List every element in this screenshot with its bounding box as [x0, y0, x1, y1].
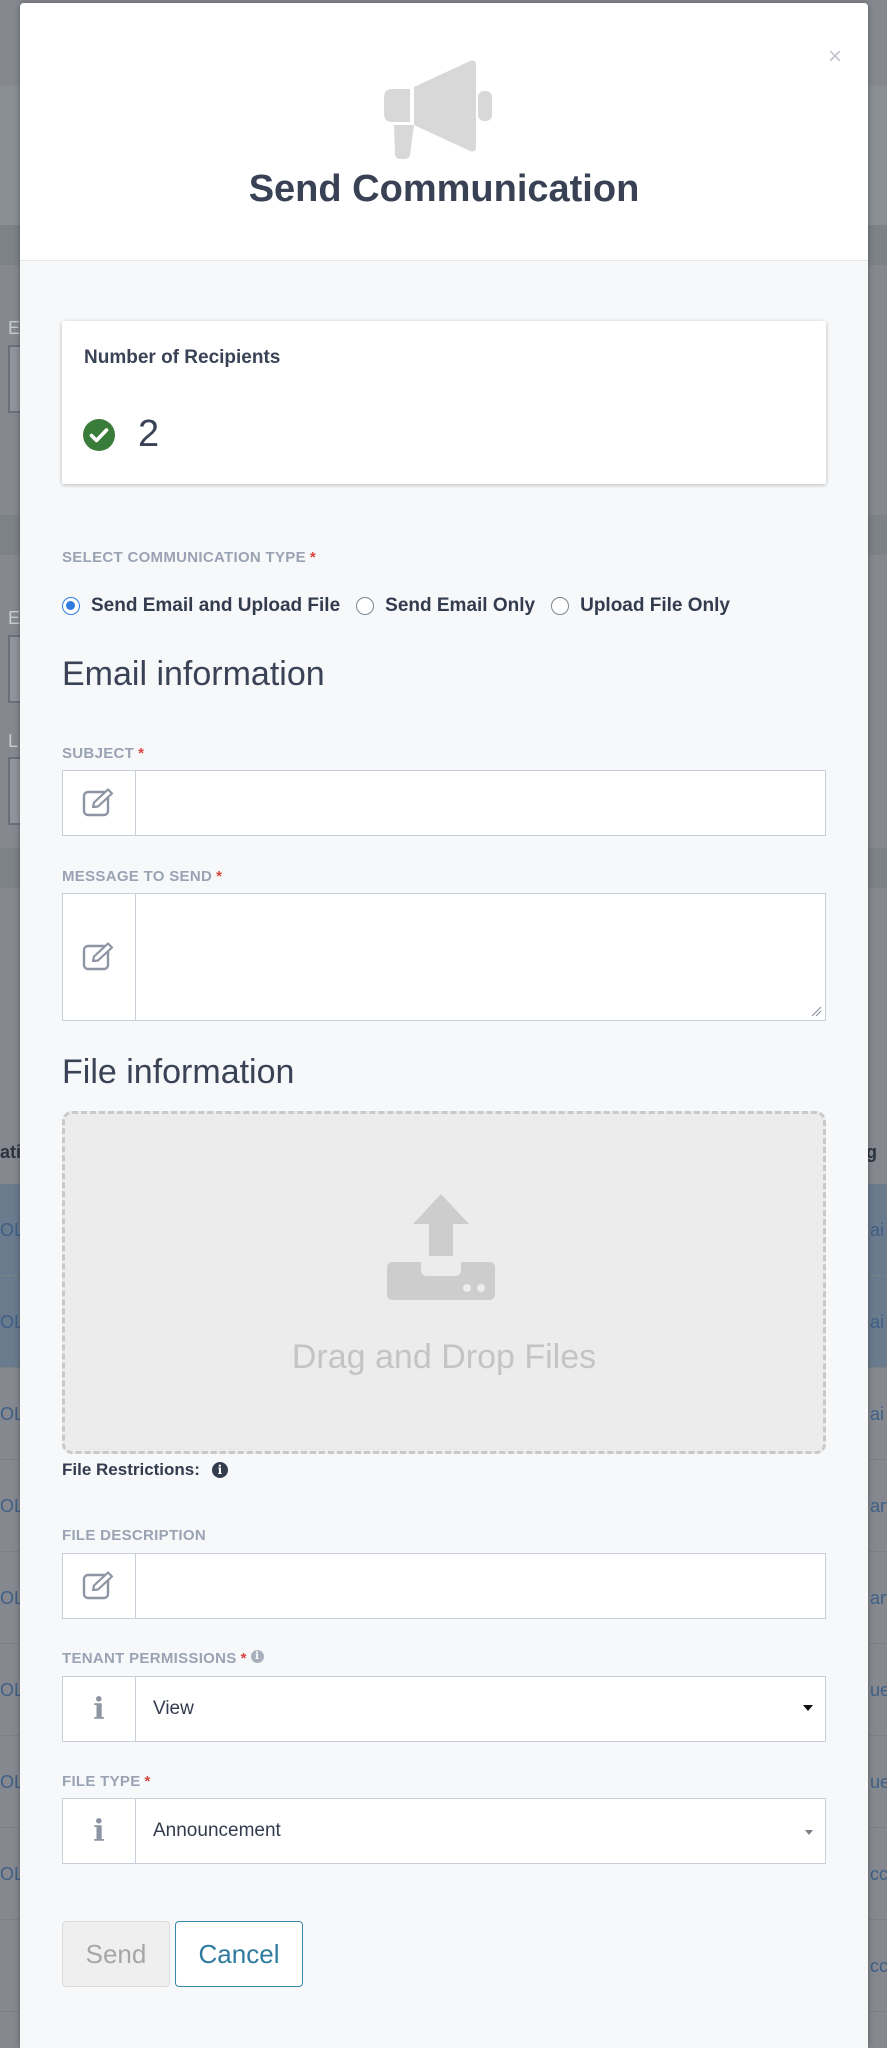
- chevron-down-icon: [803, 1705, 813, 1711]
- edit-icon: [82, 788, 114, 817]
- file-description-label: FILE DESCRIPTION: [62, 1527, 206, 1544]
- radio-button[interactable]: [551, 597, 570, 615]
- radio-label: Send Email Only: [385, 595, 536, 616]
- file-dropzone[interactable]: Drag and Drop Files: [62, 1111, 826, 1454]
- close-button[interactable]: ×: [828, 45, 842, 69]
- info-icon: i: [93, 1813, 105, 1849]
- chevron-down-icon: [805, 1830, 813, 1835]
- required-marker: *: [144, 1773, 151, 1790]
- message-label-text: MESSAGE TO SEND: [62, 868, 213, 885]
- subject-input-group: [62, 770, 826, 836]
- background-link: art: [870, 1588, 887, 1608]
- radio-upload-file-only[interactable]: Upload File Only: [551, 595, 730, 617]
- megaphone-icon: [384, 60, 492, 159]
- file-description-addon: [63, 1554, 136, 1618]
- file-type-label: FILE TYPE *: [62, 1773, 151, 1790]
- send-button[interactable]: Send: [62, 1921, 170, 1987]
- radio-send-email-only[interactable]: Send Email Only: [356, 595, 535, 617]
- radio-button[interactable]: [62, 597, 80, 615]
- file-restrictions-label: File Restrictions:: [62, 1460, 200, 1479]
- background-link: cc: [870, 1956, 887, 1976]
- modal-title: Send Communication: [248, 168, 640, 210]
- file-type-select[interactable]: i Announcement: [62, 1798, 826, 1864]
- message-input-group: [62, 893, 826, 1021]
- resize-handle-icon[interactable]: [810, 1005, 822, 1017]
- recipients-count: 2: [138, 413, 160, 455]
- communication-type-label: SELECT COMMUNICATION TYPE *: [62, 549, 316, 566]
- required-marker: *: [240, 1650, 247, 1667]
- info-icon[interactable]: i: [250, 1650, 264, 1663]
- message-textarea[interactable]: [137, 894, 825, 1020]
- recipients-card: Number of Recipients 2: [62, 321, 826, 484]
- file-type-label-text: FILE TYPE: [62, 1773, 141, 1790]
- email-information-heading: Email information: [62, 655, 325, 693]
- cancel-button[interactable]: Cancel: [175, 1921, 303, 1987]
- communication-type-radio-group: Send Email and Upload File Send Email On…: [62, 592, 746, 620]
- file-description-input-group: [62, 1553, 826, 1619]
- background-text: L: [8, 731, 19, 751]
- background-column-header: ati: [0, 1142, 22, 1162]
- edit-icon: [82, 1571, 114, 1600]
- background-text: E: [8, 608, 21, 628]
- background-link: ue: [870, 1772, 887, 1792]
- file-information-heading: File information: [62, 1053, 295, 1091]
- background-link: cc: [870, 1864, 887, 1884]
- communication-type-label-text: SELECT COMMUNICATION TYPE: [62, 549, 306, 566]
- tenant-permissions-label-text: TENANT PERMISSIONS: [62, 1650, 237, 1667]
- send-communication-modal: × Send Communication Number of Recipient…: [20, 3, 868, 2048]
- recipients-label: Number of Recipients: [84, 347, 281, 368]
- required-marker: *: [309, 549, 317, 566]
- tenant-permissions-value: View: [153, 1698, 194, 1719]
- background-link: ai: [870, 1220, 885, 1240]
- tenant-permissions-label: TENANT PERMISSIONS * i: [62, 1650, 264, 1667]
- subject-addon: [63, 771, 136, 835]
- subject-label: SUBJECT *: [62, 745, 144, 762]
- message-addon: [63, 894, 136, 1020]
- background-link: art: [870, 1496, 887, 1516]
- subject-input[interactable]: [137, 771, 825, 835]
- info-icon[interactable]: i: [211, 1462, 228, 1478]
- message-label: MESSAGE TO SEND *: [62, 868, 222, 885]
- upload-icon: [387, 1194, 495, 1300]
- tenant-permissions-addon: i: [63, 1677, 136, 1741]
- radio-button[interactable]: [356, 597, 375, 615]
- background-link: ai: [870, 1404, 885, 1424]
- required-marker: *: [138, 745, 145, 762]
- background-text: E: [8, 318, 21, 338]
- radio-label: Send Email and Upload File: [91, 595, 341, 616]
- radio-label: Upload File Only: [580, 595, 730, 616]
- edit-icon: [82, 942, 114, 971]
- radio-send-email-and-upload[interactable]: Send Email and Upload File: [62, 595, 340, 617]
- file-type-value: Announcement: [153, 1820, 281, 1841]
- dropzone-text: Drag and Drop Files: [291, 1338, 597, 1376]
- info-icon: i: [93, 1691, 105, 1727]
- file-type-addon: i: [63, 1799, 136, 1863]
- check-circle-icon: [83, 419, 115, 451]
- subject-label-text: SUBJECT: [62, 745, 135, 762]
- tenant-permissions-select[interactable]: i View: [62, 1676, 826, 1742]
- file-description-input[interactable]: [137, 1554, 825, 1618]
- background-link: ue: [870, 1680, 887, 1700]
- background-link: ai: [870, 1312, 885, 1332]
- required-marker: *: [216, 868, 223, 885]
- modal-header: × Send Communication: [20, 3, 868, 261]
- file-restrictions: File Restrictions: i: [62, 1460, 228, 1480]
